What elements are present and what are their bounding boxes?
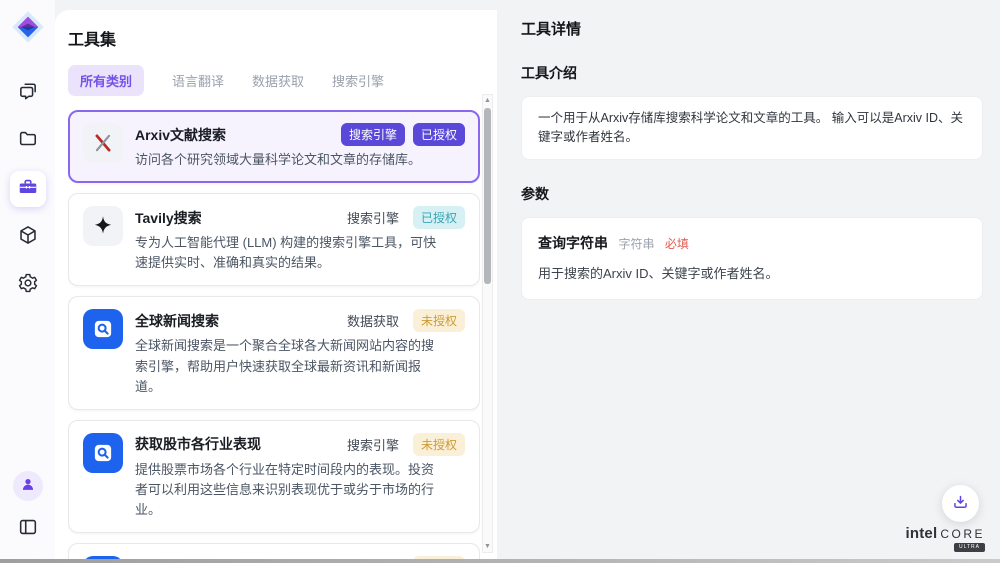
toolset-panel: 工具集 所有类别语言翻译数据获取搜索引擎 Arxiv文献搜索搜索引擎已授权访问各… [55, 10, 497, 563]
intro-heading: 工具介绍 [521, 63, 983, 83]
tool-name: Tavily搜索 [135, 208, 347, 228]
nav-rail [0, 0, 55, 563]
sidebar-collapse-button[interactable] [10, 511, 46, 547]
tool-card-body: Arxiv文献搜索搜索引擎已授权访问各个研究领域大量科学论文和文章的存储库。 [135, 123, 465, 170]
ultra-badge: ultra [954, 543, 985, 552]
scrollbar-up-arrow[interactable]: ▲ [483, 95, 492, 106]
arxiv-x-icon [83, 123, 123, 163]
toolbox-icon [17, 176, 39, 203]
tool-card[interactable]: Arxiv文献搜索搜索引擎已授权访问各个研究领域大量科学论文和文章的存储库。 [68, 110, 480, 183]
chat-icon [17, 80, 39, 107]
toolset-title: 工具集 [68, 26, 497, 50]
tool-category-badge: 搜索引擎 [341, 123, 405, 146]
tool-name: 获取股市各行业表现 [135, 434, 347, 454]
param-required-badge: 必填 [665, 237, 689, 251]
intel-core-wordmark: intel core [905, 526, 985, 541]
app-window: 工具集 所有类别语言翻译数据获取搜索引擎 Arxiv文献搜索搜索引擎已授权访问各… [0, 0, 1000, 563]
rail-item-toolbox[interactable] [10, 171, 46, 207]
tool-status-badge: 已授权 [413, 123, 465, 146]
core-text: core [940, 528, 985, 540]
rail-item-cube[interactable] [10, 219, 46, 255]
panel-toggle-icon [17, 516, 39, 543]
tab-3[interactable]: 数据获取 [252, 65, 304, 96]
news-search-icon [83, 433, 123, 473]
tool-desc: 访问各个研究领域大量科学论文和文章的存储库。 [135, 150, 439, 170]
tool-status-badge: 已授权 [413, 206, 465, 229]
rail-item-chat[interactable] [10, 75, 46, 111]
cube-icon [17, 224, 39, 251]
user-avatar[interactable] [13, 471, 43, 501]
scrollbar-thumb[interactable] [484, 108, 491, 284]
tab-2[interactable]: 语言翻译 [172, 65, 224, 96]
app-logo-icon [10, 9, 46, 45]
intel-core-logo: intel core ultra [905, 526, 985, 552]
rail-item-folder[interactable] [10, 123, 46, 159]
tool-status-badge: 未授权 [413, 433, 465, 456]
param-desc: 用于搜索的Arxiv ID、关键字或作者姓名。 [538, 263, 966, 282]
category-tabs: 所有类别语言翻译数据获取搜索引擎 [68, 65, 497, 96]
intro-card: 一个用于从Arxiv存储库搜索科学论文和文章的工具。 输入可以是Arxiv ID… [521, 96, 983, 160]
tool-list: Arxiv文献搜索搜索引擎已授权访问各个研究领域大量科学论文和文章的存储库。Ta… [68, 110, 480, 563]
tool-category-badge: 数据获取 [347, 311, 399, 330]
tool-card[interactable]: Tavily搜索搜索引擎已授权专为人工智能代理 (LLM) 构建的搜索引擎工具，… [68, 193, 480, 286]
tool-detail-panel: 工具详情 工具介绍 一个用于从Arxiv存储库搜索科学论文和文章的工具。 输入可… [497, 0, 1000, 563]
tool-category-badge: 搜索引擎 [347, 208, 399, 227]
param-head: 查询字符串 字符串 必填 [538, 233, 966, 253]
tool-desc: 提供股票市场各个行业在特定时间段内的表现。投资者可以利用这些信息来识别表现优于或… [135, 460, 439, 520]
tool-card-body: 获取股市各行业表现搜索引擎未授权提供股票市场各个行业在特定时间段内的表现。投资者… [135, 433, 465, 520]
detail-title: 工具详情 [521, 18, 983, 39]
tab-4[interactable]: 搜索引擎 [332, 65, 384, 96]
download-icon [951, 493, 970, 515]
param-card: 查询字符串 字符串 必填 用于搜索的Arxiv ID、关键字或作者姓名。 [521, 217, 983, 300]
tool-card-body: 全球新闻搜索数据获取未授权全球新闻搜索是一个聚合全球各大新闻网站内容的搜索引擎，… [135, 309, 465, 396]
tool-name: 全球新闻搜索 [135, 311, 347, 331]
params-heading: 参数 [521, 184, 983, 204]
tool-card[interactable]: 获取股市各行业表现搜索引擎未授权提供股票市场各个行业在特定时间段内的表现。投资者… [68, 420, 480, 533]
sparkle-icon [83, 206, 123, 246]
tool-card-head: Tavily搜索搜索引擎已授权 [135, 206, 465, 229]
news-search-icon [83, 309, 123, 349]
tool-category-badge: 搜索引擎 [347, 435, 399, 454]
rail-nav [10, 75, 46, 303]
tool-card-head: Arxiv文献搜索搜索引擎已授权 [135, 123, 465, 146]
tool-status-badge: 未授权 [413, 309, 465, 332]
tool-name: Arxiv文献搜索 [135, 125, 341, 145]
gear-icon [17, 272, 39, 299]
tool-desc: 全球新闻搜索是一个聚合全球各大新闻网站内容的搜索引擎，帮助用户快速获取全球最新资… [135, 336, 439, 396]
folder-icon [17, 128, 39, 155]
download-button[interactable] [942, 485, 979, 522]
tool-card[interactable]: 全球新闻搜索数据获取未授权全球新闻搜索是一个聚合全球各大新闻网站内容的搜索引擎，… [68, 296, 480, 409]
tool-card-head: 全球新闻搜索数据获取未授权 [135, 309, 465, 332]
rail-bottom [10, 471, 46, 563]
tool-desc: 专为人工智能代理 (LLM) 构建的搜索引擎工具，可快速提供实时、准确和真实的结… [135, 233, 439, 273]
rail-item-gear[interactable] [10, 267, 46, 303]
intel-text: intel [905, 526, 937, 541]
scrollbar-down-arrow[interactable]: ▼ [483, 541, 492, 552]
list-scrollbar[interactable]: ▲ ▼ [482, 94, 493, 553]
window-bottom-edge [0, 559, 1000, 563]
tool-card-head: 获取股市各行业表现搜索引擎未授权 [135, 433, 465, 456]
param-name: 查询字符串 [538, 235, 608, 251]
param-type: 字符串 [618, 237, 654, 251]
tab-1[interactable]: 所有类别 [68, 65, 144, 96]
tool-card-body: Tavily搜索搜索引擎已授权专为人工智能代理 (LLM) 构建的搜索引擎工具，… [135, 206, 465, 273]
avatar-icon [19, 475, 37, 498]
